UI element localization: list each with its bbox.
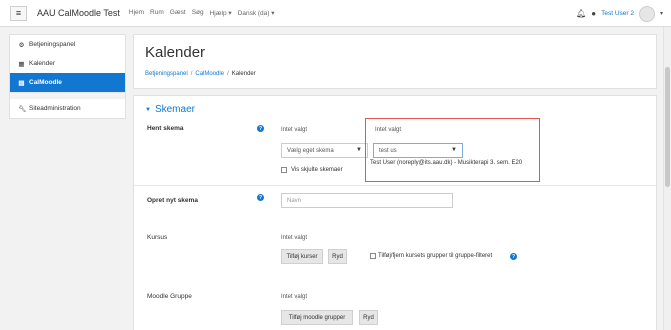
- menu-item-hjem[interactable]: Hjem: [129, 9, 144, 17]
- toggle-course-groups-checkbox[interactable]: [370, 253, 376, 259]
- breadcrumb-item-kalender: Kalender: [231, 71, 256, 77]
- search-results-highlight: [365, 118, 540, 182]
- divider: [134, 185, 658, 186]
- schedule-name-input[interactable]: Navn: [281, 193, 453, 208]
- hent-skema-status-left: Intet valgt: [281, 127, 308, 133]
- chevron-down-icon: ▼: [145, 106, 151, 113]
- sidebar-item-betjeningspanel[interactable]: ⚙ Betjeningspanel: [10, 35, 125, 54]
- moodle-gruppe-label: Moodle Gruppe: [147, 293, 192, 300]
- chevron-down-icon[interactable]: ▾: [660, 10, 663, 17]
- breadcrumb: Betjeningspanel / CalMoodle / Kalender: [145, 71, 256, 77]
- sidebar-item-calmoodle[interactable]: ▤ CalMoodle: [10, 73, 125, 92]
- breadcrumb-separator: /: [227, 71, 229, 77]
- section-title: Skemaer: [154, 104, 195, 115]
- menu-item-language[interactable]: Dansk (da) ▾: [238, 9, 275, 17]
- page-header: Kalender Betjeningspanel / CalMoodle / K…: [133, 34, 657, 89]
- user-search-option[interactable]: Test User (noreply@its.aau.dk) - Musikte…: [370, 160, 522, 166]
- breadcrumb-item-betjeningspanel[interactable]: Betjeningspanel: [145, 71, 188, 77]
- toggle-course-groups-label: Tilføj/fjern kursets grupper til gruppe-…: [378, 253, 493, 259]
- moodle-gruppe-status: Intet valgt: [281, 294, 308, 300]
- sidebar-item-kalender[interactable]: ▦ Kalender: [10, 54, 125, 73]
- add-courses-button[interactable]: Tilføj kurser: [281, 249, 323, 264]
- chat-icon[interactable]: ●: [591, 9, 596, 18]
- sidebar-item-label: CalMoodle: [29, 79, 62, 86]
- avatar[interactable]: [638, 5, 655, 22]
- bell-icon[interactable]: 🔔︎: [576, 9, 586, 18]
- schedule-name-placeholder: Navn: [287, 197, 302, 204]
- kursus-status: Intet valgt: [281, 235, 308, 241]
- help-icon[interactable]: ?: [257, 194, 264, 201]
- page-title: Kalender: [145, 44, 206, 61]
- calendar-icon: ▦: [18, 60, 25, 68]
- help-icon[interactable]: ?: [510, 253, 517, 260]
- kursus-label: Kursus: [147, 234, 168, 241]
- hamburger-icon[interactable]: ≡: [10, 5, 27, 21]
- wrench-icon: 🔧︎: [18, 105, 27, 113]
- page-scrollbar[interactable]: [663, 27, 671, 330]
- site-name[interactable]: AAU CalMoodle Test: [37, 8, 120, 18]
- menu-item-rum[interactable]: Rum: [150, 9, 164, 17]
- select-own-schedule-value: Vælg eget skema: [287, 147, 334, 154]
- scrollbar-thumb[interactable]: [665, 67, 670, 187]
- sidebar-item-label: Kalender: [29, 60, 56, 67]
- menu-item-hjaelp[interactable]: Hjælp ▾: [210, 9, 232, 17]
- add-moodle-groups-button[interactable]: Tilføj moodle grupper: [281, 310, 353, 325]
- caret-down-icon: ▼: [356, 147, 362, 153]
- top-menu: Hjem Rum Gæst Søg Hjælp ▾ Dansk (da) ▾: [129, 9, 275, 17]
- help-icon[interactable]: ?: [257, 125, 264, 132]
- calmoodle-icon: ▤: [18, 79, 25, 87]
- sidebar: ⚙ Betjeningspanel ▦ Kalender ▤ CalMoodle…: [9, 34, 126, 119]
- menu-item-soeg[interactable]: Søg: [192, 9, 204, 17]
- clear-courses-button[interactable]: Ryd: [328, 249, 347, 264]
- show-hidden-label: Vis skjulte skemaer: [291, 167, 343, 173]
- hent-skema-label: Hent skema: [147, 125, 184, 132]
- breadcrumb-separator: /: [190, 71, 193, 77]
- sidebar-item-siteadministration[interactable]: 🔧︎ Siteadministration: [10, 99, 125, 118]
- sidebar-item-label: Siteadministration: [29, 105, 81, 112]
- section-toggle-skemaer[interactable]: ▼ Skemaer: [145, 104, 195, 115]
- clear-moodle-groups-button[interactable]: Ryd: [359, 310, 378, 325]
- show-hidden-checkbox[interactable]: [281, 167, 287, 173]
- breadcrumb-item-calmoodle[interactable]: CalMoodle: [195, 71, 224, 77]
- top-navbar: ≡ AAU CalMoodle Test Hjem Rum Gæst Søg H…: [0, 0, 671, 27]
- user-area: 🔔︎ ● Test User 2 ▾: [576, 0, 663, 27]
- dashboard-icon: ⚙: [18, 41, 25, 49]
- sidebar-item-label: Betjeningspanel: [29, 41, 76, 48]
- select-own-schedule[interactable]: Vælg eget skema ▼: [281, 143, 368, 158]
- user-name[interactable]: Test User 2: [601, 10, 634, 17]
- menu-item-gaest[interactable]: Gæst: [170, 9, 186, 17]
- opret-label: Opret nyt skema: [147, 197, 198, 204]
